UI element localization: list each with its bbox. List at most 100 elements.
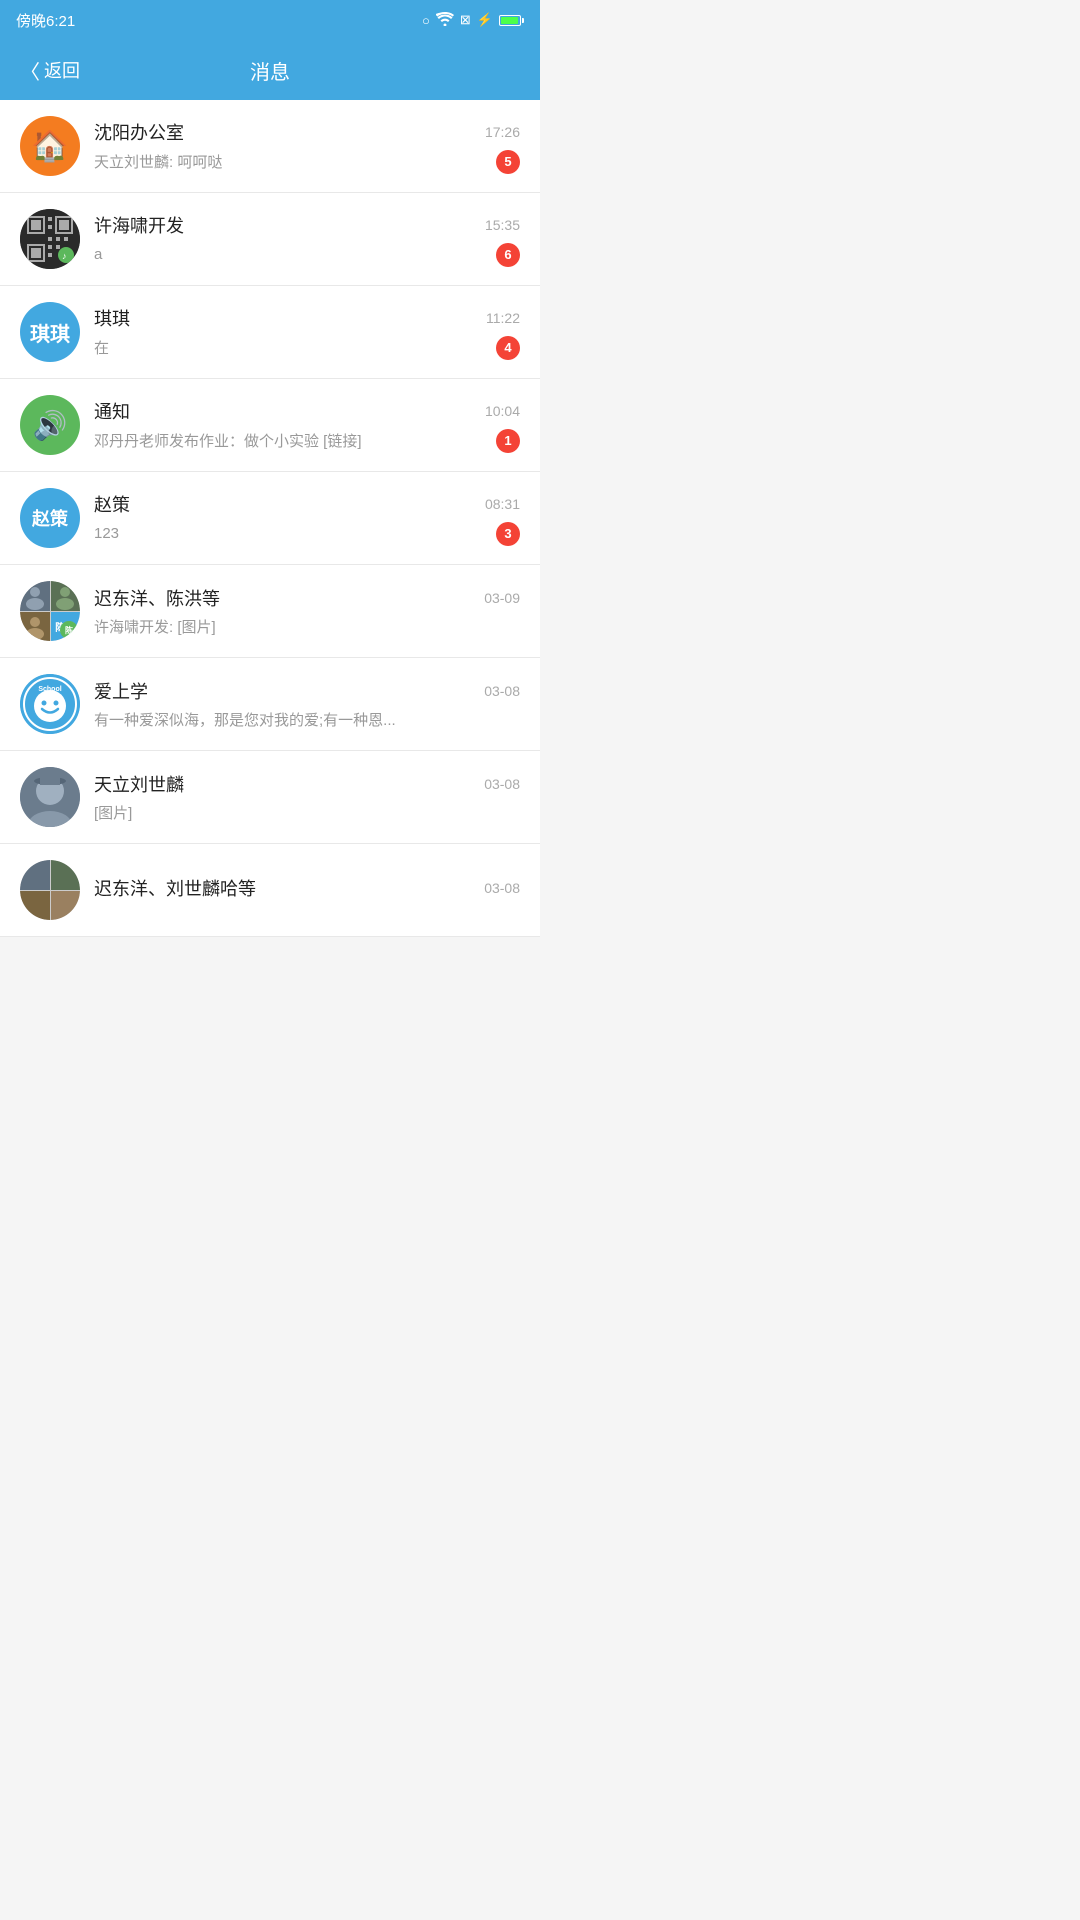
message-top: 琪琪 11:22 [94,305,520,331]
battery-icon [499,15,524,26]
alarm-icon: ○ [422,13,430,28]
message-preview: 邓丹丹老师发布作业：做个小实验 [链接] [94,430,488,451]
avatar: 琪琪 [20,302,80,362]
svg-text:♪: ♪ [62,251,67,261]
avatar [20,860,80,920]
message-top: 通知 10:04 [94,398,520,424]
contact-name: 琪琪 [94,305,130,331]
message-content: 通知 10:04 邓丹丹老师发布作业：做个小实验 [链接] 1 [94,398,520,453]
message-content: 许海啸开发 15:35 a 6 [94,212,520,267]
contact-name: 迟东洋、陈洪等 [94,585,220,611]
contact-name: 沈阳办公室 [94,119,184,145]
status-time: 傍晚6:21 [16,10,75,31]
house-icon: 🏠 [31,129,68,164]
qr-icon: ♪ [20,209,80,269]
school-icon: School [20,674,80,734]
avatar-text: 赵策 [32,505,68,531]
contact-photo [20,767,80,827]
avatar: 赵策 [20,488,80,548]
message-bottom: 有一种爱深似海，那是您对我的爱;有一种恩... [94,709,520,730]
speaker-icon: 🔊 [33,409,68,442]
message-time: 10:04 [485,403,520,419]
message-preview: 在 [94,337,488,358]
message-list: 🏠 沈阳办公室 17:26 天立刘世麟: 呵呵哒 5 [0,100,540,937]
avatar: ♪ [20,209,80,269]
message-content: 爱上学 03-08 有一种爱深似海，那是您对我的爱;有一种恩... [94,678,520,730]
avatar-text: 琪琪 [30,318,70,347]
svg-text:School: School [38,686,61,693]
message-time: 11:22 [486,310,520,326]
message-preview: 许海啸开发: [图片] [94,616,520,637]
message-time: 08:31 [485,496,520,512]
contact-name: 赵策 [94,491,130,517]
message-time: 17:26 [485,124,520,140]
list-item[interactable]: 天立刘世麟 03-08 [图片] [0,751,540,844]
message-content: 迟东洋、刘世麟哈等 03-08 [94,875,520,906]
unread-badge: 6 [496,243,520,267]
page-title: 消息 [250,56,290,85]
signal-icon: ⊠ [460,12,471,28]
list-item[interactable]: 琪琪 琪琪 11:22 在 4 [0,286,540,379]
status-icons: ○ ⊠ ⚡ [422,12,524,29]
status-bar: 傍晚6:21 ○ ⊠ ⚡ [0,0,540,40]
unread-badge: 5 [496,150,520,174]
message-top: 许海啸开发 15:35 [94,212,520,238]
avatar: School [20,674,80,734]
message-top: 天立刘世麟 03-08 [94,771,520,797]
avatar [20,767,80,827]
back-label: 返回 [44,57,80,83]
message-time: 03-08 [484,880,520,896]
group-badge: 陈 [60,621,78,639]
message-top: 赵策 08:31 [94,491,520,517]
group-avatar-cell-3 [21,612,49,640]
message-top: 迟东洋、陈洪等 03-09 [94,585,520,611]
message-top: 迟东洋、刘世麟哈等 03-08 [94,875,520,901]
message-top: 爱上学 03-08 [94,678,520,704]
unread-badge: 4 [496,336,520,360]
message-bottom: [图片] [94,802,520,823]
message-bottom: 天立刘世麟: 呵呵哒 5 [94,150,520,174]
unread-badge: 3 [496,522,520,546]
message-preview: a [94,246,488,263]
group-avatar-cell-1 [21,582,49,610]
list-item[interactable]: School 爱上学 03-08 有一种爱深似海，那是您对我的爱;有一种恩... [0,658,540,751]
message-top: 沈阳办公室 17:26 [94,119,520,145]
unread-badge: 1 [496,429,520,453]
message-preview: 有一种爱深似海，那是您对我的爱;有一种恩... [94,709,520,730]
message-content: 天立刘世麟 03-08 [图片] [94,771,520,823]
message-time: 03-08 [484,776,520,792]
message-time: 03-08 [484,683,520,699]
avatar: 🔊 [20,395,80,455]
list-item[interactable]: 迟东洋、刘世麟哈等 03-08 [0,844,540,937]
back-chevron-icon: 〈 [20,56,40,85]
list-item[interactable]: 陈洪 陈 迟东洋、陈洪等 03-09 许海啸开发: [图片] [0,565,540,658]
message-content: 赵策 08:31 123 3 [94,491,520,546]
group-avatar-cell-2 [51,582,79,610]
message-time: 15:35 [485,217,520,233]
contact-name: 迟东洋、刘世麟哈等 [94,875,256,901]
message-bottom: a 6 [94,243,520,267]
message-content: 迟东洋、陈洪等 03-09 许海啸开发: [图片] [94,585,520,637]
contact-name: 爱上学 [94,678,148,704]
message-preview: 123 [94,525,488,542]
contact-name: 许海啸开发 [94,212,184,238]
message-preview: [图片] [94,802,520,823]
list-item[interactable]: 🔊 通知 10:04 邓丹丹老师发布作业：做个小实验 [链接] 1 [0,379,540,472]
contact-name: 天立刘世麟 [94,771,184,797]
message-preview: 天立刘世麟: 呵呵哒 [94,151,488,172]
wifi-icon [436,12,454,29]
message-bottom: 在 4 [94,336,520,360]
message-bottom: 123 3 [94,522,520,546]
message-bottom: 邓丹丹老师发布作业：做个小实验 [链接] 1 [94,429,520,453]
header: 〈 返回 消息 [0,40,540,100]
message-time: 03-09 [484,590,520,606]
avatar: 🏠 [20,116,80,176]
back-button[interactable]: 〈 返回 [20,56,80,85]
avatar: 陈洪 陈 [20,581,80,641]
message-content: 琪琪 11:22 在 4 [94,305,520,360]
list-item[interactable]: 赵策 赵策 08:31 123 3 [0,472,540,565]
list-item[interactable]: 🏠 沈阳办公室 17:26 天立刘世麟: 呵呵哒 5 [0,100,540,193]
message-content: 沈阳办公室 17:26 天立刘世麟: 呵呵哒 5 [94,119,520,174]
message-bottom: 许海啸开发: [图片] [94,616,520,637]
list-item[interactable]: ♪ 许海啸开发 15:35 a 6 [0,193,540,286]
